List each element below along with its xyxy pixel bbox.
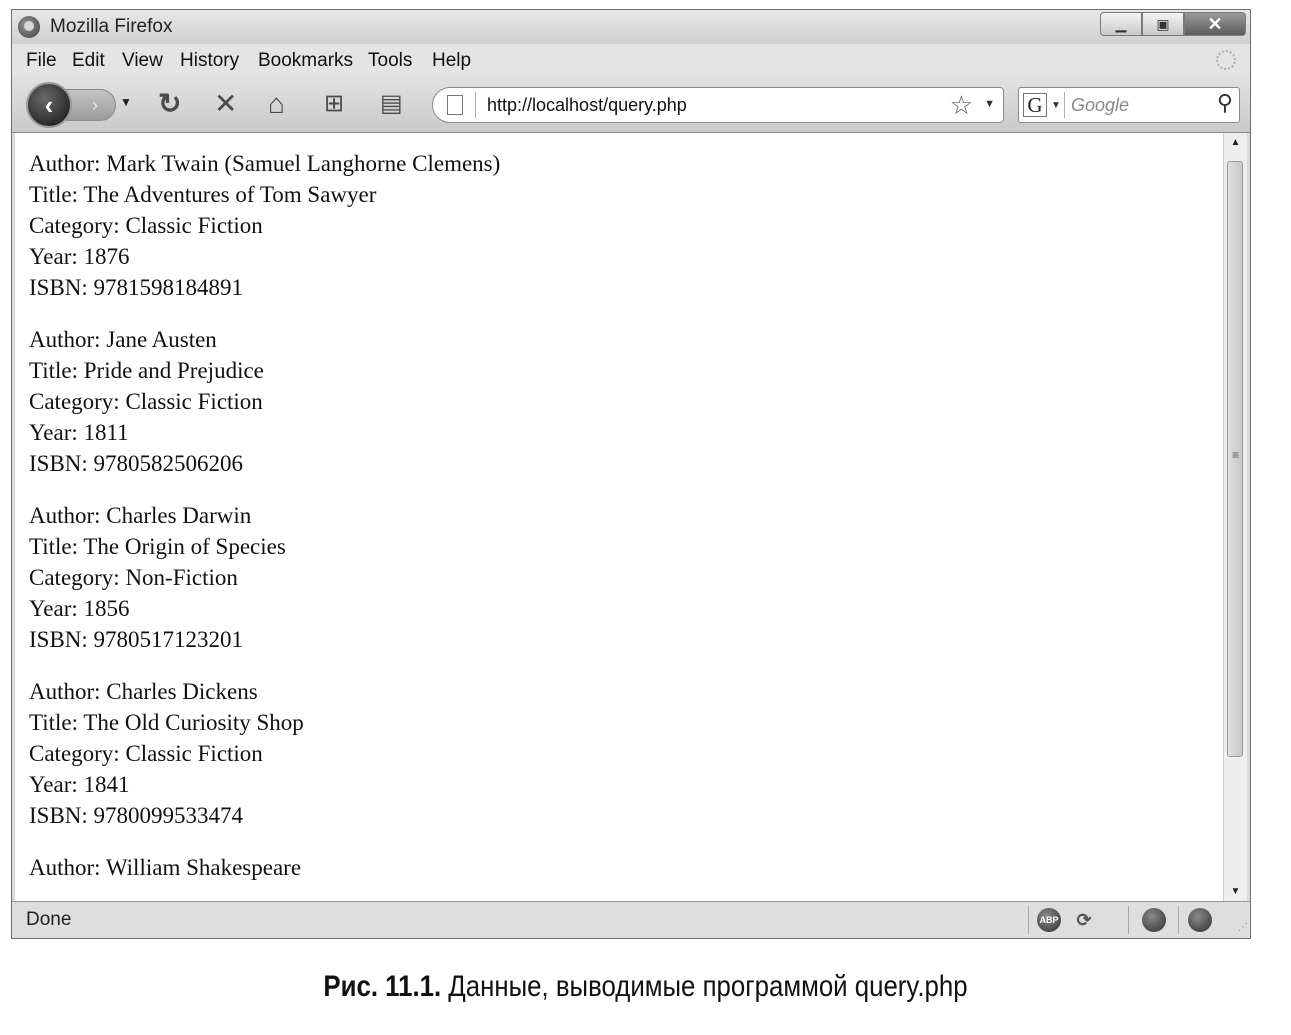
record-isbn: ISBN: 9780099533474 [29,803,244,828]
back-button[interactable]: ‹ [26,82,72,128]
record-author: Author: Charles Dickens [29,679,258,704]
resize-grip-icon[interactable]: ⋰ [1234,922,1248,936]
maximize-button[interactable]: ▣ [1142,12,1184,36]
record: Author: William Shakespeare [29,852,500,883]
record-author: Author: Charles Darwin [29,503,252,528]
forward-button[interactable]: › [66,89,116,121]
bookmark-star-icon[interactable]: ☆ [950,90,973,121]
throbber-icon [1216,50,1236,70]
status-text: Done [26,909,72,930]
status-divider [1128,906,1129,934]
menu-bar: File Edit View History Bookmarks Tools H… [12,44,1250,76]
record-author: Author: Jane Austen [29,327,217,352]
vertical-scrollbar[interactable]: ▲ ≡ ▼ [1223,133,1247,901]
reload-icon[interactable]: ↻ [158,90,181,118]
navigation-toolbar: › ‹ ▼ ↻ ✕ ⌂ ⊞ ▤ http://localhost/query.p… [12,76,1250,133]
minimize-button[interactable]: ▁ [1100,12,1142,36]
record-title: Title: The Old Curiosity Shop [29,710,304,735]
search-input[interactable]: Google [1071,95,1129,116]
records-list: Author: Mark Twain (Samuel Langhorne Cle… [29,148,500,901]
record-title: Title: Pride and Prejudice [29,358,264,383]
menu-history[interactable]: History [180,50,239,72]
record-category: Category: Classic Fiction [29,389,263,414]
url-text[interactable]: http://localhost/query.php [487,95,687,116]
greasemonkey-icon[interactable]: ⟳ [1072,908,1096,932]
engine-dropdown-icon[interactable]: ▼ [1051,100,1061,111]
record: Author: Charles Darwin Title: The Origin… [29,500,500,655]
menu-edit[interactable]: Edit [72,50,105,72]
stop-icon[interactable]: ✕ [214,90,237,118]
menu-bookmarks[interactable]: Bookmarks [258,50,353,72]
record-year: Year: 1841 [29,772,130,797]
record-year: Year: 1811 [29,420,129,445]
status-divider [1028,906,1029,934]
window-title: Mozilla Firefox [50,16,173,37]
scroll-up-icon[interactable]: ▲ [1224,137,1247,148]
status-bar: Done ABP ⟳ ⋰ [12,901,1250,938]
record-isbn: ISBN: 9780517123201 [29,627,244,652]
menu-file[interactable]: File [26,50,57,72]
record-category: Category: Non-Fiction [29,565,238,590]
address-bar[interactable]: http://localhost/query.php ☆ ▼ [432,87,1004,123]
scroll-down-icon[interactable]: ▼ [1224,886,1247,897]
address-divider [475,92,476,118]
menu-view[interactable]: View [122,50,163,72]
close-button[interactable]: ✕ [1184,12,1246,36]
home-icon[interactable]: ⌂ [268,90,285,118]
scrollbar-thumb[interactable]: ≡ [1227,161,1243,757]
record: Author: Charles Dickens Title: The Old C… [29,676,500,831]
page-content: Author: Mark Twain (Samuel Langhorne Cle… [15,133,1223,901]
menu-help[interactable]: Help [432,50,471,72]
firefox-logo-icon [18,16,40,38]
record-category: Category: Classic Fiction [29,741,263,766]
forward-icon: › [92,94,98,115]
record-author: Author: William Shakespeare [29,855,302,880]
search-icon[interactable]: ⚲ [1217,90,1233,116]
adblock-icon[interactable]: ABP [1037,908,1061,932]
record-author: Author: Mark Twain (Samuel Langhorne Cle… [29,151,501,176]
caption-text: Данные, выводимые программой query.php [448,970,968,1003]
status-divider [1178,906,1179,934]
menu-tools[interactable]: Tools [368,50,412,72]
history-dropdown-icon[interactable]: ▼ [120,95,132,109]
record-isbn: ISBN: 9781598184891 [29,275,244,300]
record: Author: Jane Austen Title: Pride and Pre… [29,324,500,479]
new-tab-icon[interactable]: ⊞ [324,90,344,118]
record: Author: Mark Twain (Samuel Langhorne Cle… [29,148,500,303]
title-bar: Mozilla Firefox ▁ ▣ ✕ [12,10,1250,44]
search-divider [1064,92,1065,118]
record-isbn: ISBN: 9780582506206 [29,451,244,476]
browser-window: Mozilla Firefox ▁ ▣ ✕ File Edit View His… [11,9,1251,939]
figure-caption: Рис. 11.1. Данные, выводимые программой … [90,970,1200,1004]
search-engine-icon[interactable]: G [1023,93,1047,117]
window-controls: ▁ ▣ ✕ [1100,12,1246,36]
print-icon[interactable]: ▤ [380,90,403,118]
search-bar[interactable]: G ▼ Google ⚲ [1018,87,1240,123]
record-year: Year: 1876 [29,244,130,269]
record-category: Category: Classic Fiction [29,213,263,238]
caption-label: Рис. 11.1. [323,970,442,1003]
record-title: Title: The Adventures of Tom Sawyer [29,182,377,207]
record-year: Year: 1856 [29,596,130,621]
url-dropdown-icon[interactable]: ▼ [984,98,995,110]
firebug-icon[interactable] [1142,908,1166,932]
page-icon [447,95,463,115]
firefox-icon[interactable] [1188,908,1212,932]
record-title: Title: The Origin of Species [29,534,286,559]
back-icon: ‹ [44,89,54,120]
grip-icon: ≡ [1232,448,1240,462]
